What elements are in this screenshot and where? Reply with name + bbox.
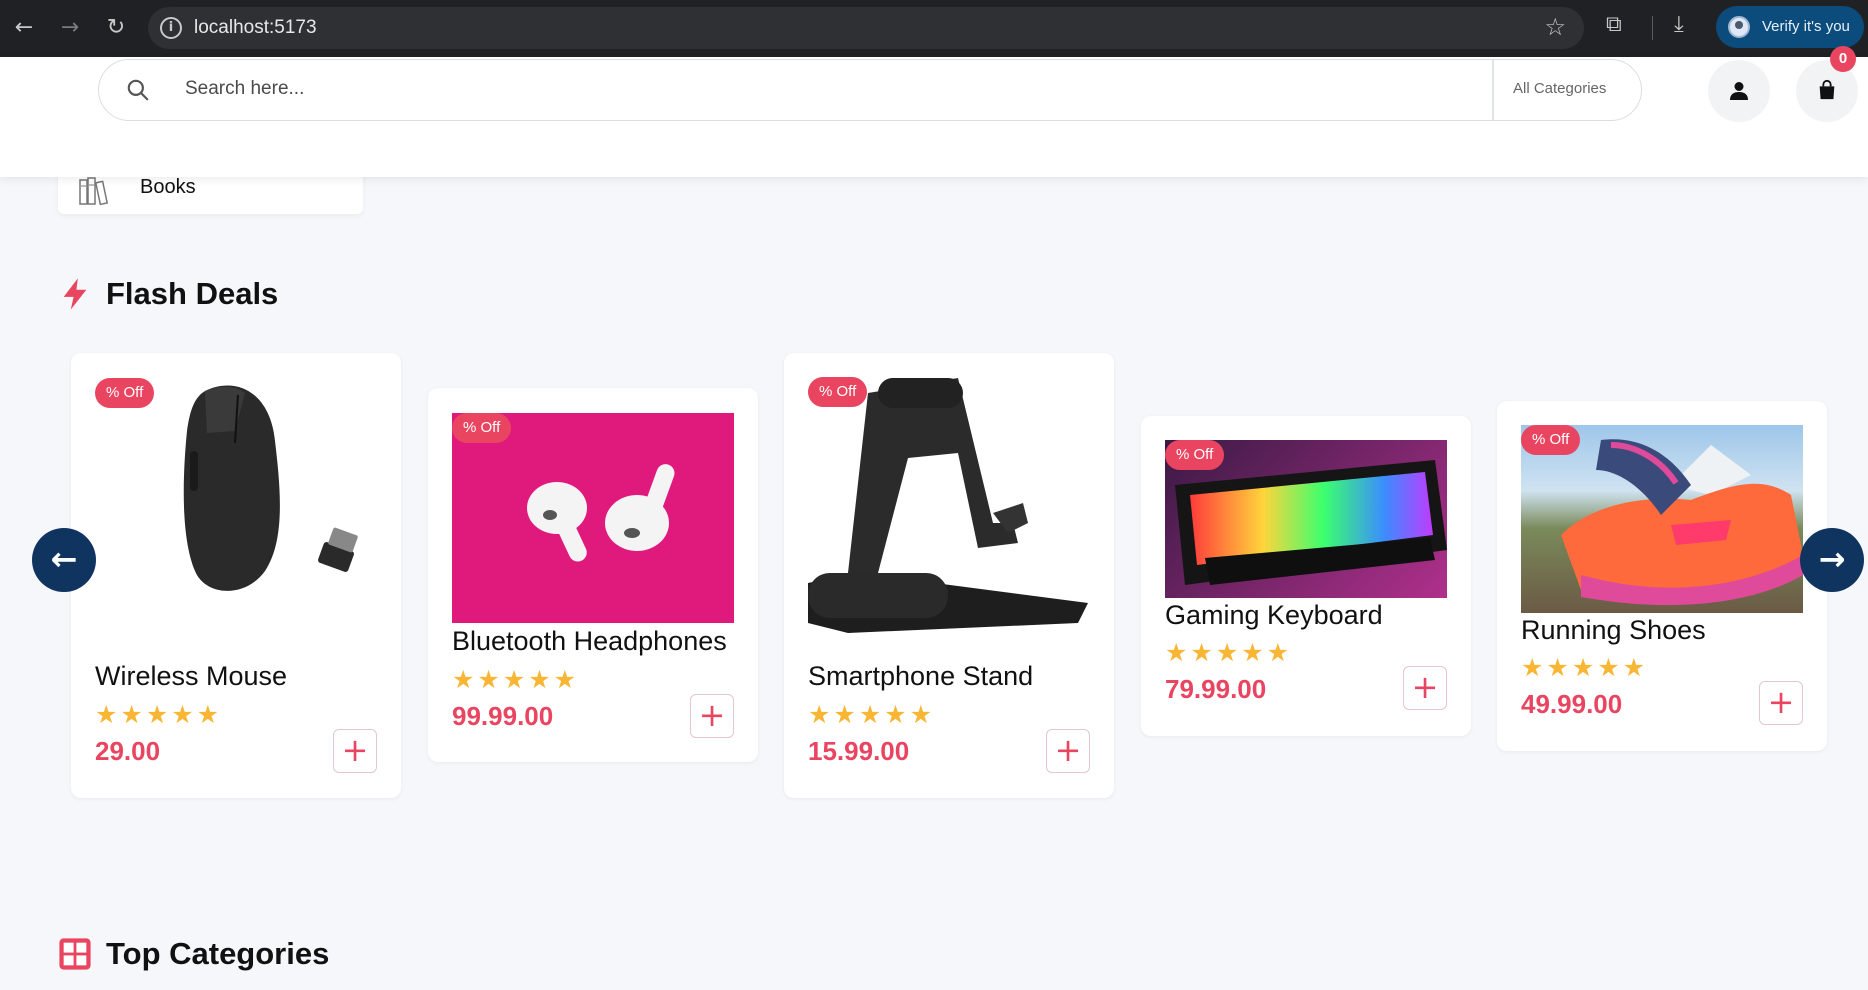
add-to-cart-button[interactable]: + bbox=[1046, 729, 1090, 773]
search-icon[interactable] bbox=[125, 77, 151, 103]
product-card[interactable]: % Off Bluetooth Headphones ★★★★★ 99.99.0… bbox=[428, 388, 758, 762]
product-name[interactable]: Running Shoes bbox=[1521, 615, 1801, 646]
rating-stars: ★★★★★ bbox=[1165, 638, 1293, 667]
browser-toolbar: ← → ↻ i localhost:5173 ☆ ⧉ ⤓ Verify it's… bbox=[0, 0, 1868, 57]
top-categories-heading: Top Categories bbox=[58, 936, 329, 972]
product-name[interactable]: Wireless Mouse bbox=[95, 661, 375, 692]
back-icon[interactable]: ← bbox=[8, 12, 40, 44]
toolbar-divider bbox=[1652, 16, 1653, 40]
rating-stars: ★★★★★ bbox=[95, 700, 223, 729]
forward-icon[interactable]: → bbox=[54, 12, 86, 44]
shopping-bag-icon bbox=[1819, 79, 1835, 100]
download-icon[interactable]: ⤓ bbox=[1674, 12, 1684, 37]
product-name[interactable]: Bluetooth Headphones bbox=[452, 626, 732, 657]
rating-stars: ★★★★★ bbox=[452, 665, 580, 694]
top-categories-title: Top Categories bbox=[106, 936, 330, 971]
search-divider bbox=[1492, 60, 1494, 120]
reload-icon[interactable]: ↻ bbox=[100, 12, 132, 44]
product-price: 99.99.00 bbox=[452, 701, 554, 731]
category-select[interactable]: All Categories bbox=[1513, 80, 1606, 97]
discount-badge: % Off bbox=[1165, 440, 1225, 470]
site-header: All Categories 0 bbox=[0, 46, 1868, 177]
user-icon bbox=[1730, 82, 1748, 100]
flash-deals-heading: Flash Deals bbox=[58, 274, 278, 314]
product-image[interactable] bbox=[452, 413, 734, 623]
carousel-next-button[interactable]: → bbox=[1800, 528, 1864, 592]
extensions-icon[interactable]: ⧉ bbox=[1606, 12, 1622, 37]
flash-deals-title: Flash Deals bbox=[106, 276, 279, 311]
product-price: 79.99.00 bbox=[1165, 674, 1267, 704]
product-image[interactable] bbox=[808, 373, 1090, 653]
verify-label: Verify it's you bbox=[1762, 18, 1850, 35]
search-input[interactable] bbox=[185, 78, 1385, 100]
cart-button[interactable]: 0 bbox=[1796, 46, 1858, 122]
address-url[interactable]: localhost:5173 bbox=[194, 17, 317, 39]
grid-icon bbox=[59, 938, 91, 970]
product-price: 49.99.00 bbox=[1521, 689, 1623, 719]
product-price: 29.00 bbox=[95, 736, 161, 766]
account-button[interactable] bbox=[1708, 60, 1770, 122]
address-bar[interactable]: i localhost:5173 ☆ bbox=[148, 7, 1584, 49]
discount-badge: % Off bbox=[808, 377, 868, 407]
add-to-cart-button[interactable]: + bbox=[690, 694, 734, 738]
cart-count-badge: 0 bbox=[1830, 46, 1856, 72]
product-price: 15.99.00 bbox=[808, 736, 910, 766]
add-to-cart-button[interactable]: + bbox=[1403, 666, 1447, 710]
carousel-prev-button[interactable]: ← bbox=[32, 528, 96, 592]
discount-badge: % Off bbox=[452, 413, 512, 443]
add-to-cart-button[interactable]: + bbox=[333, 729, 377, 773]
books-icon bbox=[79, 177, 109, 206]
bookmark-star-icon[interactable]: ☆ bbox=[1544, 13, 1566, 41]
rating-stars: ★★★★★ bbox=[1521, 653, 1649, 682]
lightning-icon bbox=[63, 278, 87, 310]
profile-avatar-icon bbox=[1728, 16, 1750, 38]
dropdown-item-books[interactable]: Books bbox=[140, 176, 196, 199]
product-card[interactable]: % Off Smartphone Stand ★★★★★ 15.99.00 + bbox=[784, 353, 1114, 798]
discount-badge: % Off bbox=[95, 378, 155, 408]
product-card[interactable]: % Off Running Shoes ★★★★★ 49.99.00 + bbox=[1497, 401, 1827, 751]
product-card[interactable]: % Off Wireless Mouse ★★★★★ 29.00 + bbox=[71, 353, 401, 798]
rating-stars: ★★★★★ bbox=[808, 700, 936, 729]
search-bar: All Categories bbox=[98, 59, 1642, 121]
product-name[interactable]: Gaming Keyboard bbox=[1165, 600, 1445, 631]
discount-badge: % Off bbox=[1521, 425, 1581, 455]
product-name[interactable]: Smartphone Stand bbox=[808, 661, 1088, 692]
verify-profile-button[interactable]: Verify it's you bbox=[1716, 6, 1864, 48]
add-to-cart-button[interactable]: + bbox=[1759, 681, 1803, 725]
product-card[interactable]: % Off Gaming Keyboard ★★★★★ 79.99.00 + bbox=[1141, 416, 1471, 736]
site-info-icon[interactable]: i bbox=[160, 17, 182, 39]
